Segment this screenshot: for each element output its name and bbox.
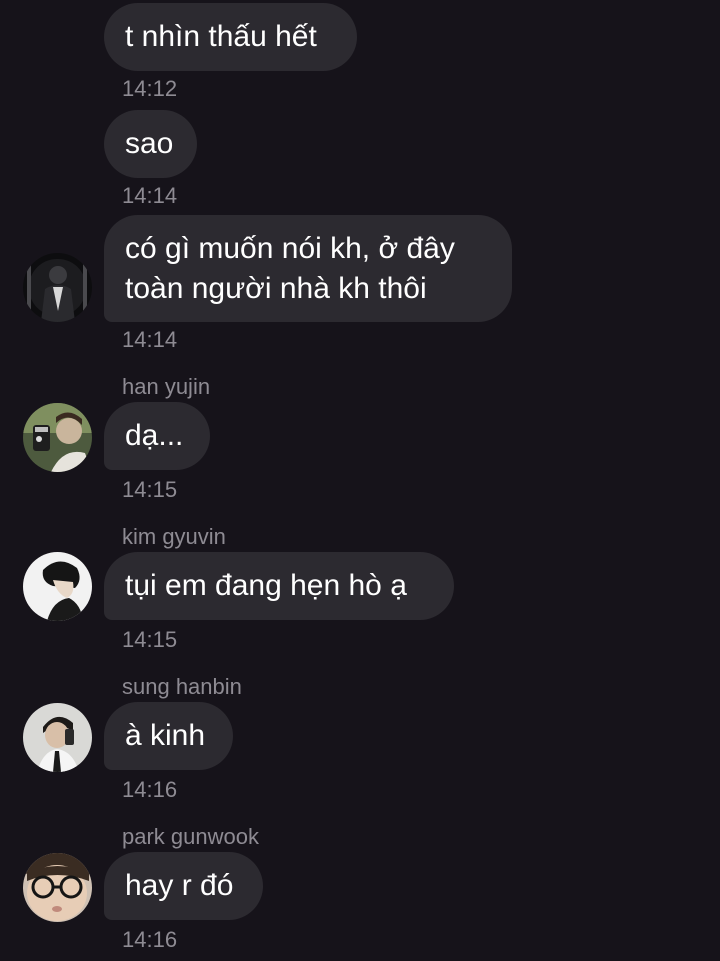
message-text-line: có gì muốn nói kh, ở đây [125, 231, 455, 265]
sender-name[interactable]: han yujin [122, 374, 210, 400]
message-bubble[interactable]: t nhìn thấu hết [104, 3, 357, 71]
message-timestamp: 14:12 [122, 76, 178, 101]
message-text: sao [125, 127, 174, 160]
sender-name[interactable]: sung hanbin [122, 674, 242, 700]
message-bubble[interactable]: à kinh [104, 702, 233, 770]
message-text: dạ... [125, 419, 184, 452]
message-timestamp: 14:14 [122, 183, 178, 208]
message-text: tụi em đang hẹn hò ạ [125, 569, 407, 602]
profile-portrait-avatar-icon[interactable] [23, 552, 92, 621]
black-and-white-person-avatar-icon[interactable] [23, 253, 92, 322]
message-text-line: toàn người nhà kh thôi [125, 271, 427, 305]
message-text: hay r đó [125, 869, 234, 902]
message-bubble[interactable]: sao [104, 110, 197, 178]
message-timestamp: 14:16 [122, 777, 178, 802]
message-bubble[interactable]: tụi em đang hẹn hò ạ [104, 552, 454, 620]
message-timestamp: 14:14 [122, 327, 178, 352]
message-bubble[interactable]: dạ... [104, 402, 210, 470]
uniform-selfie-avatar-icon[interactable] [23, 703, 92, 772]
mirror-selfie-avatar-icon[interactable] [23, 403, 92, 472]
sender-name[interactable]: kim gyuvin [122, 524, 226, 550]
message-bubble[interactable]: hay r đó [104, 852, 263, 920]
glasses-face-avatar-icon[interactable] [23, 853, 92, 922]
message-text: t nhìn thấu hết [125, 20, 317, 53]
message-bubble[interactable]: có gì muốn nói kh, ở đây toàn người nhà … [104, 215, 512, 322]
message-timestamp: 14:15 [122, 627, 178, 652]
chat-thread[interactable]: t nhìn thấu hết 14:12 sao 14:14 có gì mu… [0, 0, 720, 961]
message-timestamp: 14:15 [122, 477, 178, 502]
message-timestamp: 14:16 [122, 927, 178, 952]
sender-name[interactable]: park gunwook [122, 824, 259, 850]
message-text: à kinh [125, 719, 206, 752]
